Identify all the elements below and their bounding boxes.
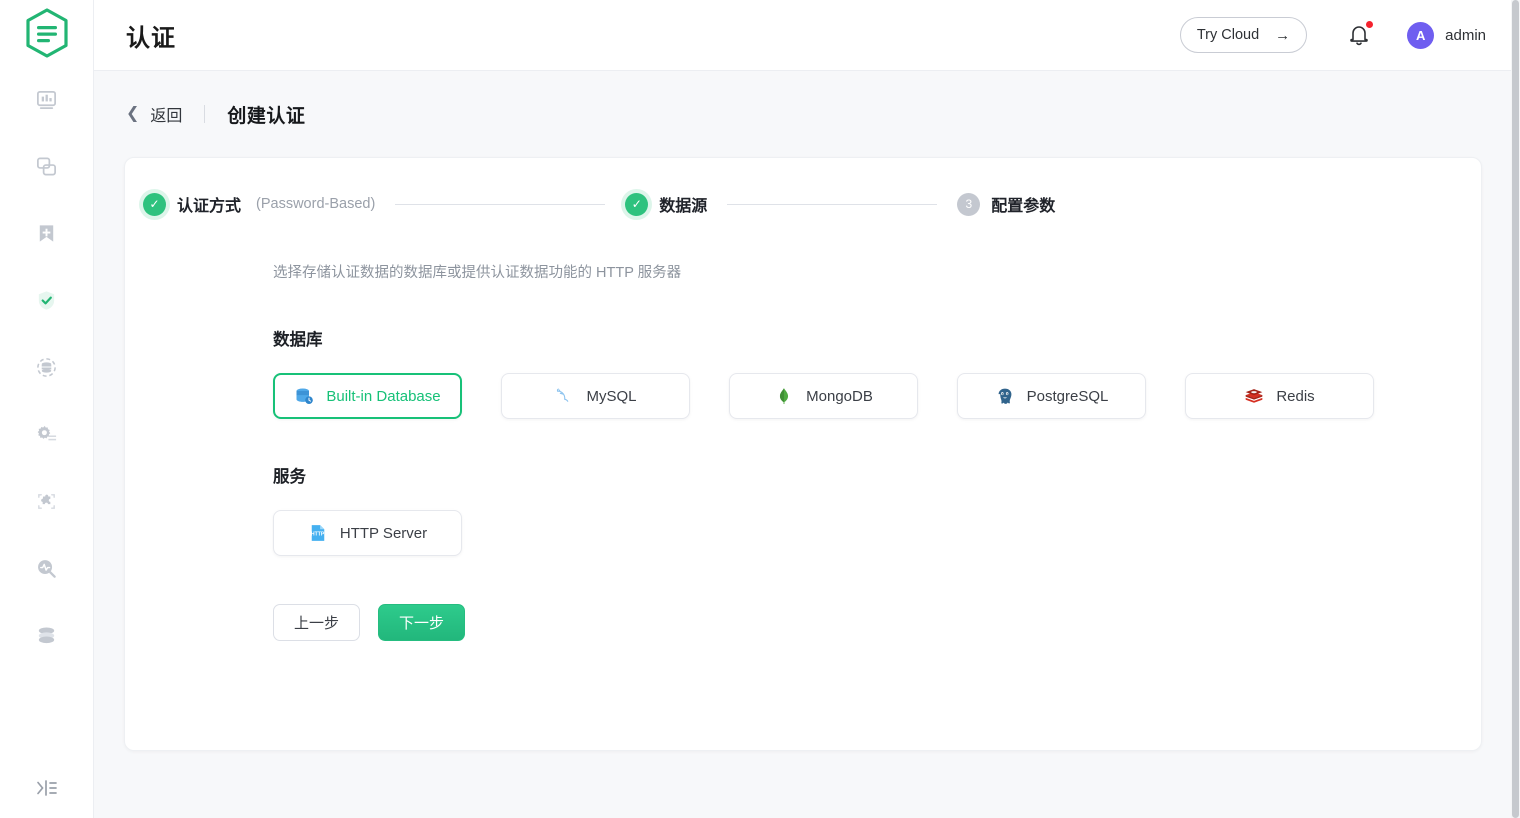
datasource-option-builtin-database[interactable]: Built-in Database bbox=[273, 373, 462, 419]
arrow-right-icon: → bbox=[1275, 27, 1290, 44]
database-sync-icon bbox=[35, 356, 58, 379]
back-label: 返回 bbox=[150, 102, 182, 126]
step-2-badge: ✓ bbox=[625, 193, 648, 216]
sidebar bbox=[0, 0, 94, 818]
mongodb-leaf-icon bbox=[774, 386, 794, 406]
collapse-sidebar-icon bbox=[35, 777, 59, 804]
connections-icon bbox=[35, 155, 58, 178]
shield-check-icon bbox=[35, 289, 58, 312]
avatar: A bbox=[1407, 22, 1434, 49]
breadcrumb-divider bbox=[204, 105, 205, 123]
sidebar-item-access-control[interactable] bbox=[20, 278, 74, 322]
main-content: ❮ 返回 创建认证 ✓ 认证方式 (Password-Based) ✓ bbox=[94, 71, 1520, 818]
datasource-label: MySQL bbox=[586, 388, 636, 405]
service-section-title: 服务 bbox=[125, 463, 1481, 487]
datasource-option-postgresql[interactable]: PostgreSQL bbox=[957, 373, 1146, 419]
sidebar-item-diagnose[interactable] bbox=[20, 546, 74, 590]
datasource-option-redis[interactable]: Redis bbox=[1185, 373, 1374, 419]
chevron-left-icon: ❮ bbox=[126, 106, 139, 122]
svg-text:HTTP: HTTP bbox=[311, 532, 325, 538]
builtin-database-icon bbox=[294, 386, 314, 406]
breadcrumb-current: 创建认证 bbox=[227, 101, 305, 128]
sidebar-item-data-integration[interactable] bbox=[20, 345, 74, 389]
sidebar-nav bbox=[0, 77, 93, 680]
sidebar-item-clusters[interactable] bbox=[20, 613, 74, 657]
user-menu[interactable]: A admin bbox=[1407, 22, 1486, 49]
datasource-option-mongodb[interactable]: MongoDB bbox=[729, 373, 918, 419]
wizard-card: ✓ 认证方式 (Password-Based) ✓ 数据源 3 配置参数 bbox=[124, 157, 1482, 751]
datasource-label: MongoDB bbox=[806, 388, 873, 405]
sidebar-item-configuration[interactable] bbox=[20, 412, 74, 456]
datasource-label: Built-in Database bbox=[326, 388, 440, 405]
step-data-source[interactable]: ✓ 数据源 bbox=[625, 192, 707, 216]
datasource-option-http-server[interactable]: HTTP HTTP Server bbox=[273, 510, 462, 556]
mysql-dolphin-icon bbox=[554, 386, 574, 406]
datasource-label: HTTP Server bbox=[340, 525, 427, 542]
sidebar-item-topics[interactable] bbox=[20, 211, 74, 255]
user-name: admin bbox=[1445, 27, 1486, 44]
page-title: 认证 bbox=[126, 18, 176, 53]
step-3-badge: 3 bbox=[957, 193, 980, 216]
try-cloud-button[interactable]: Try Cloud → bbox=[1180, 17, 1307, 53]
gear-list-icon bbox=[35, 423, 58, 446]
notifications-button[interactable] bbox=[1347, 22, 1371, 48]
try-cloud-label: Try Cloud bbox=[1197, 27, 1259, 43]
page-scrollbar-thumb[interactable] bbox=[1512, 0, 1519, 818]
emqx-hexagon-logo-icon bbox=[24, 8, 70, 63]
back-button[interactable]: ❮ 返回 bbox=[126, 102, 182, 126]
sidebar-item-extensions[interactable] bbox=[20, 479, 74, 523]
datasource-label: PostgreSQL bbox=[1027, 388, 1109, 405]
prev-step-button[interactable]: 上一步 bbox=[273, 604, 360, 641]
next-step-button[interactable]: 下一步 bbox=[378, 604, 465, 641]
datasource-label: Redis bbox=[1276, 388, 1314, 405]
datasource-option-mysql[interactable]: MySQL bbox=[501, 373, 690, 419]
step-1-title: 认证方式 bbox=[177, 192, 241, 216]
collapse-sidebar-button[interactable] bbox=[0, 762, 94, 818]
bell-icon bbox=[1347, 34, 1371, 51]
notification-dot bbox=[1366, 21, 1373, 28]
bookmark-plus-icon bbox=[35, 222, 58, 245]
wizard-actions: 上一步 下一步 bbox=[125, 604, 1481, 641]
step-2-title: 数据源 bbox=[659, 192, 707, 216]
layers-icon bbox=[35, 624, 58, 647]
app-logo[interactable] bbox=[0, 0, 93, 71]
top-header: 认证 Try Cloud → A admin bbox=[94, 0, 1520, 71]
step-config-params: 3 配置参数 bbox=[957, 192, 1055, 216]
content-column: 认证 Try Cloud → A admin bbox=[94, 0, 1520, 818]
puzzle-icon bbox=[35, 490, 58, 513]
sidebar-item-connections[interactable] bbox=[20, 144, 74, 188]
app-root: 认证 Try Cloud → A admin bbox=[0, 0, 1520, 818]
database-options-list: Built-in Database MySQL bbox=[125, 373, 1481, 419]
database-section-title: 数据库 bbox=[125, 326, 1481, 350]
pulse-search-icon bbox=[35, 557, 58, 580]
step-connector-2 bbox=[727, 204, 937, 205]
http-server-icon: HTTP bbox=[308, 523, 328, 543]
stepper: ✓ 认证方式 (Password-Based) ✓ 数据源 3 配置参数 bbox=[125, 192, 1481, 216]
step-description: 选择存储认证数据的数据库或提供认证数据功能的 HTTP 服务器 bbox=[125, 216, 1481, 282]
page-scrollbar[interactable] bbox=[1511, 0, 1520, 818]
sidebar-item-dashboard[interactable] bbox=[20, 77, 74, 121]
breadcrumb: ❮ 返回 创建认证 bbox=[124, 71, 1482, 157]
step-3-title: 配置参数 bbox=[991, 192, 1055, 216]
step-1-subtitle: (Password-Based) bbox=[256, 196, 375, 212]
postgresql-elephant-icon bbox=[995, 386, 1015, 406]
redis-stack-icon bbox=[1244, 386, 1264, 406]
step-auth-method[interactable]: ✓ 认证方式 (Password-Based) bbox=[143, 192, 375, 216]
service-options-list: HTTP HTTP Server bbox=[125, 510, 1481, 556]
bar-chart-icon bbox=[35, 88, 58, 111]
step-connector-1 bbox=[395, 204, 605, 205]
step-1-badge: ✓ bbox=[143, 193, 166, 216]
